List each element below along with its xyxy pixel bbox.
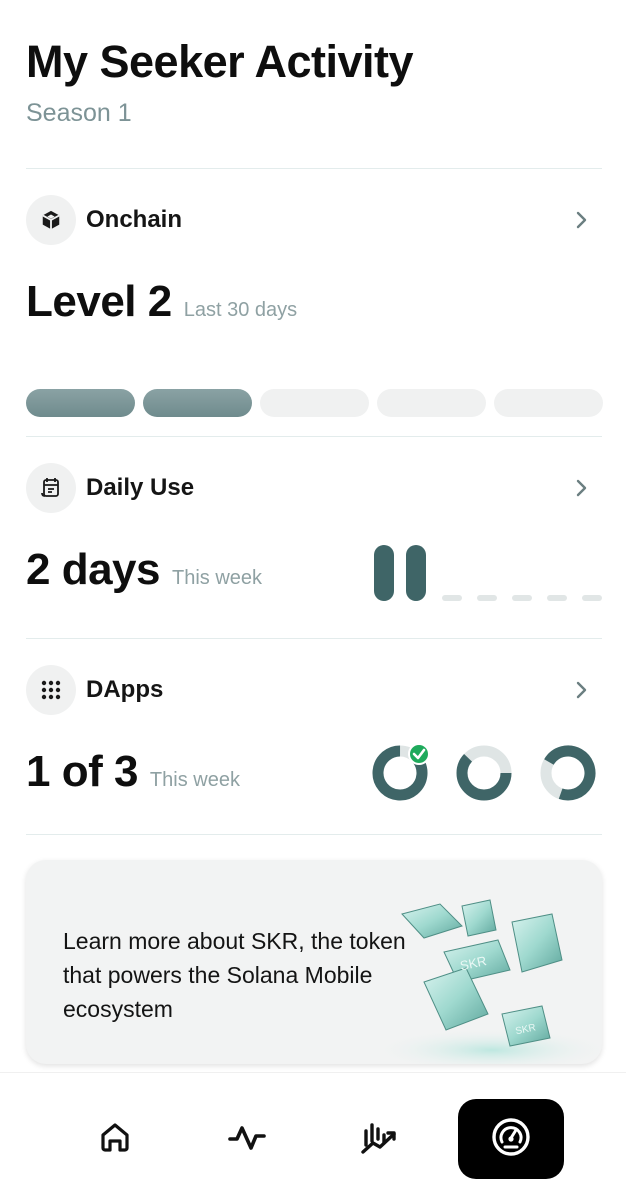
weekly-usage-chart: [374, 545, 602, 603]
day-bar-inactive: [477, 595, 497, 601]
divider: [26, 834, 602, 835]
nav-dashboard[interactable]: [458, 1099, 564, 1179]
daily-use-section: Daily Use 2 days This week: [26, 463, 602, 613]
level-bar-filled: [26, 389, 135, 417]
chevron-right-icon: [572, 680, 592, 700]
page-header: My Seeker Activity Season 1: [26, 36, 414, 128]
onchain-header[interactable]: Onchain: [26, 195, 602, 245]
activity-pulse-icon: [227, 1120, 267, 1159]
level-bar-filled: [143, 389, 252, 417]
level-bar-empty: [494, 389, 603, 417]
onchain-stat: Level 2 Last 30 days: [26, 277, 297, 327]
chevron-right-icon: [572, 478, 592, 498]
dapps-header[interactable]: DApps: [26, 665, 602, 715]
dapps-section: DApps 1 of 3 This week: [26, 665, 602, 815]
dapp-progress-rings: [372, 743, 596, 801]
level-bar-empty: [377, 389, 486, 417]
onchain-label: Onchain: [86, 206, 183, 233]
onchain-section: Onchain Level 2 Last 30 days: [26, 195, 603, 417]
dapp-ring-complete: [372, 743, 430, 801]
cube-icon: [26, 195, 76, 245]
dapp-ring-pending: [540, 745, 596, 801]
nav-activity[interactable]: [194, 1099, 300, 1179]
day-bar-active: [406, 545, 426, 601]
nav-home[interactable]: [62, 1099, 168, 1179]
skr-info-banner[interactable]: Learn more about SKR, the token that pow…: [26, 860, 602, 1064]
divider: [26, 638, 602, 639]
dapps-value: 1 of 3: [26, 747, 138, 796]
day-bar-inactive: [512, 595, 532, 601]
level-progress-bars: [26, 389, 603, 417]
onchain-level-value: Level 2: [26, 277, 172, 326]
day-bar-inactive: [547, 595, 567, 601]
season-label: Season 1: [26, 99, 132, 127]
dapps-label: DApps: [86, 676, 164, 703]
daily-use-header[interactable]: Daily Use: [26, 463, 602, 513]
skr-tokens-illustration: SKR SKR: [372, 899, 602, 1064]
check-badge-icon: [408, 743, 430, 765]
daily-use-value: 2 days: [26, 545, 160, 594]
grid-dots-icon: [26, 665, 76, 715]
gauge-icon: [491, 1117, 531, 1162]
day-bar-active: [374, 545, 394, 601]
day-bar-inactive: [582, 595, 602, 601]
daily-use-stat: 2 days This week: [26, 545, 262, 595]
divider: [26, 168, 602, 169]
dapps-stat: 1 of 3 This week: [26, 747, 240, 797]
divider: [26, 436, 602, 437]
daily-use-period: This week: [171, 567, 263, 589]
home-icon: [98, 1120, 132, 1159]
calendar-icon: [26, 463, 76, 513]
day-bar-inactive: [442, 595, 462, 601]
nav-trends[interactable]: [326, 1099, 432, 1179]
chevron-right-icon: [572, 210, 592, 230]
daily-use-label: Daily Use: [86, 474, 195, 501]
dapps-period: This week: [149, 769, 240, 791]
bottom-navigation: [0, 1072, 626, 1200]
dapp-ring-pending: [456, 745, 512, 801]
onchain-period: Last 30 days: [183, 299, 298, 321]
level-bar-empty: [260, 389, 369, 417]
banner-text: Learn more about SKR, the token that pow…: [63, 928, 406, 1022]
page-title: My Seeker Activity: [26, 36, 414, 87]
chart-trend-icon: [360, 1119, 398, 1160]
